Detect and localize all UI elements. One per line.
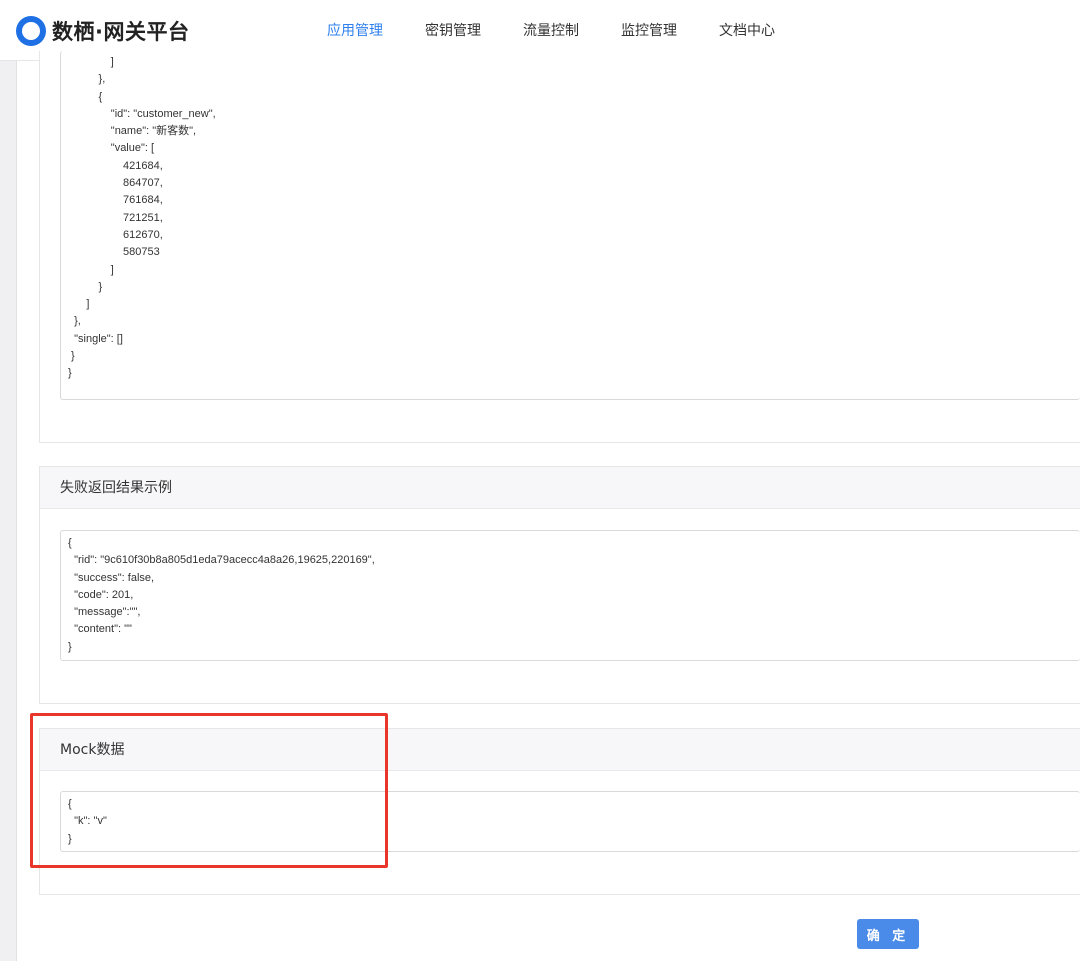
confirm-button[interactable]: 确 定 <box>857 919 919 949</box>
failure-example-code[interactable]: { "rid": "9c610f30b8a805d1eda79acecc4a8a… <box>60 530 1080 661</box>
failure-example-title: 失败返回结果示例 <box>40 467 1080 509</box>
success-example-code[interactable]: ] }, { "id": "customer_new", "name": "新客… <box>60 51 1080 400</box>
logo-ring-icon <box>16 16 46 46</box>
mock-data-title: Mock数据 <box>40 729 1080 771</box>
mock-data-code[interactable]: { "k": "v" } <box>60 791 1080 852</box>
success-example-panel: ] }, { "id": "customer_new", "name": "新客… <box>39 51 1080 443</box>
left-scroll-gutter <box>0 61 17 961</box>
mock-data-panel: Mock数据 { "k": "v" } <box>39 728 1080 895</box>
brand-name: 数栖·网关平台 <box>52 20 190 44</box>
failure-example-panel: 失败返回结果示例 { "rid": "9c610f30b8a805d1eda79… <box>39 466 1080 704</box>
main-content: ] }, { "id": "customer_new", "name": "新客… <box>17 51 1080 961</box>
brand-logo[interactable]: 数栖·网关平台 <box>16 15 189 47</box>
